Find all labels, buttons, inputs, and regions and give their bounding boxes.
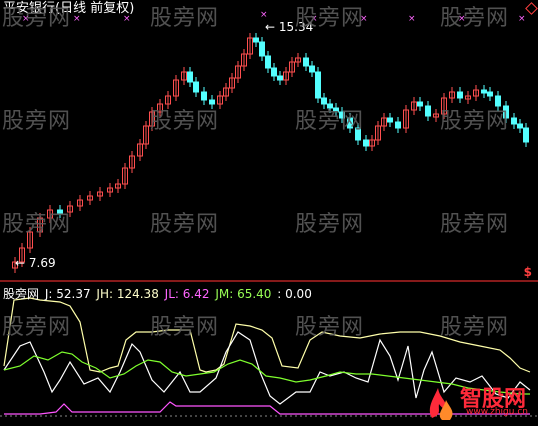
candle-body — [315, 71, 321, 99]
indicator-legend: 股旁网 J: 52.37 JH: 124.38 JL: 6.42 JM: 65.… — [3, 285, 314, 302]
candle-body — [265, 55, 271, 69]
candle-body — [193, 81, 199, 93]
candle-body — [495, 95, 501, 107]
jh-line — [3, 297, 531, 373]
price-high-label: ← 15.34 — [265, 20, 314, 34]
jl-value: JL: 6.42 — [164, 287, 210, 301]
logo-url: www.zhigu.cn — [466, 407, 528, 417]
price-low-label: ← 7.69 — [15, 256, 56, 270]
candle-body — [57, 209, 63, 214]
candle-body — [425, 105, 431, 117]
candle-body — [187, 71, 193, 83]
marker-icon: × — [518, 14, 526, 24]
candle-body — [457, 91, 463, 99]
candle-body — [511, 117, 517, 125]
j-value: J: 52.37 — [44, 287, 91, 301]
candle-body — [517, 123, 523, 129]
candle-body — [253, 37, 259, 43]
candle-body — [523, 127, 529, 143]
candle-body — [387, 117, 393, 123]
candle-body — [201, 91, 207, 101]
candle-body — [395, 121, 401, 129]
dollar-icon[interactable]: $ — [524, 265, 532, 279]
candle-body — [487, 91, 493, 97]
candle-body — [271, 67, 277, 77]
candle-body — [339, 111, 345, 119]
candle-body — [355, 127, 361, 141]
indicator-name: 股旁网 — [3, 287, 40, 301]
candle-body — [277, 75, 283, 81]
stock-chart-canvas[interactable]: × × × × × × × × × — [0, 0, 538, 426]
candle-body — [327, 103, 333, 109]
candle-body — [209, 99, 215, 105]
extra-value: : 0.00 — [277, 287, 312, 301]
marker-icon: × — [260, 10, 268, 20]
candle-body — [363, 139, 369, 147]
candle-body — [333, 107, 339, 113]
chart-title: 平安银行(日线 前复权) — [3, 1, 135, 16]
jm-value: JM: 65.40 — [215, 287, 272, 301]
marker-icon: × — [360, 14, 368, 24]
candle-body — [303, 57, 309, 67]
jh-value: JH: 124.38 — [96, 287, 159, 301]
candle-body — [321, 97, 327, 105]
candle-body — [309, 65, 315, 73]
candle-body — [481, 89, 487, 94]
candle-body — [417, 101, 423, 107]
marker-icon: × — [458, 14, 466, 24]
candle-body — [347, 117, 353, 129]
candle-body — [259, 41, 265, 57]
marker-icon: × — [408, 14, 416, 24]
candle-body — [503, 105, 509, 119]
